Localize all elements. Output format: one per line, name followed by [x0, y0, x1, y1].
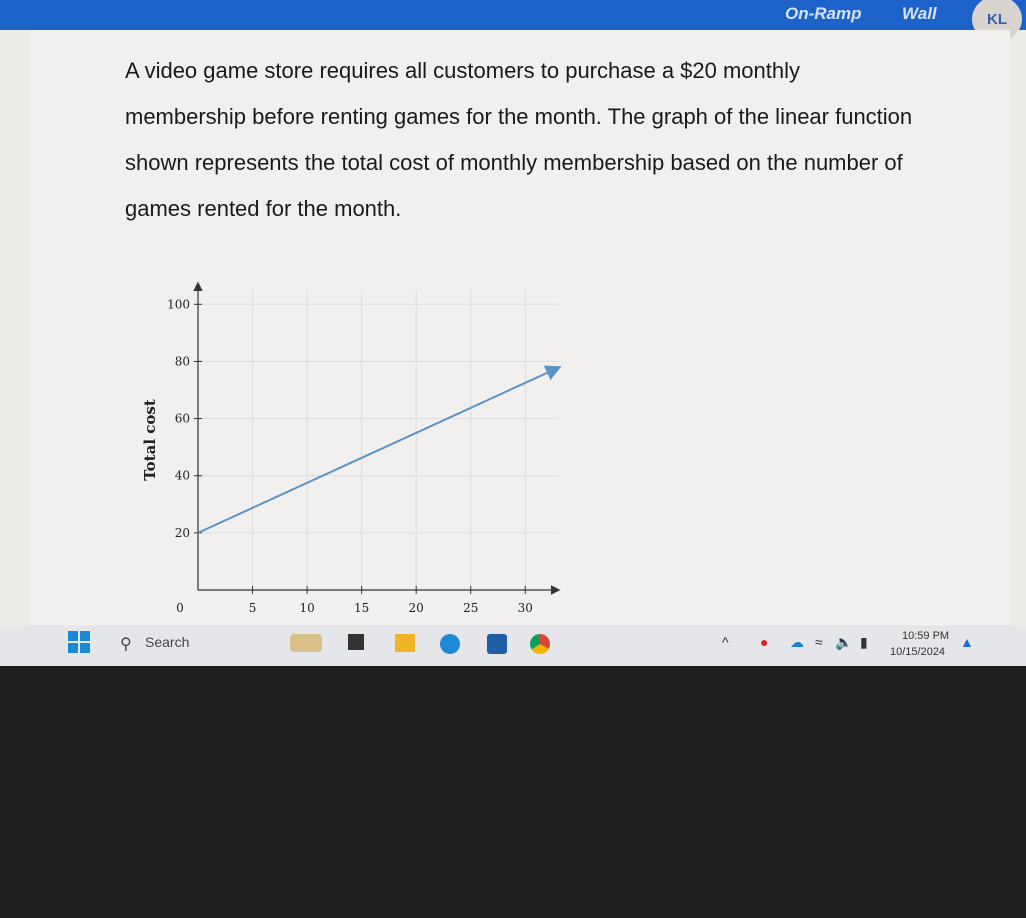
- y-axis-label: Total cost: [141, 399, 159, 481]
- x-tick-label: 20: [409, 601, 424, 615]
- taskbar: ⚲ Search ^ ● ☁ ≈ 🔈 ▮ 10:59 PM 10/15/2024…: [0, 626, 1026, 666]
- x-tick-label: 30: [518, 601, 533, 615]
- y-tick-label: 60: [175, 412, 190, 426]
- line-chart: 0 5 10 15 20 25 30 20 40 60 80 100 Total cost: [141, 281, 562, 615]
- volume-icon[interactable]: 🔈: [835, 634, 852, 651]
- app-tray-icon[interactable]: ●: [760, 634, 768, 650]
- x-tick-label: 10: [299, 601, 314, 615]
- question-text: A video game store requires all customer…: [125, 58, 913, 221]
- clock-date[interactable]: 10/15/2024: [890, 646, 945, 658]
- clock-time[interactable]: 10:59 PM: [902, 630, 949, 642]
- file-explorer-icon[interactable]: [395, 634, 415, 652]
- chrome-icon[interactable]: [530, 634, 550, 654]
- x-tick-label: 0: [176, 601, 184, 615]
- notification-bell-icon[interactable]: ▲: [960, 634, 974, 650]
- y-tick-label: 40: [175, 469, 190, 483]
- taskbar-search[interactable]: Search: [145, 634, 189, 650]
- store-icon[interactable]: [487, 634, 507, 654]
- top-nav-bar: On-Ramp Wall KL: [0, 0, 1026, 42]
- battery-icon[interactable]: ▮: [860, 634, 868, 651]
- x-tick-label: 25: [463, 601, 478, 615]
- task-view-icon[interactable]: [348, 634, 364, 650]
- nav-on-ramp[interactable]: On-Ramp: [785, 4, 862, 24]
- chevron-up-icon[interactable]: ^: [722, 634, 729, 650]
- screen: On-Ramp Wall KL A video game store requi…: [0, 0, 1026, 666]
- edge-icon[interactable]: [440, 634, 460, 654]
- windows-start-icon[interactable]: [68, 631, 90, 653]
- nav-wall[interactable]: Wall: [902, 4, 937, 24]
- series-line: [197, 365, 562, 534]
- x-tick-label: 5: [249, 601, 257, 615]
- y-tick-label: 80: [175, 354, 190, 368]
- y-tick-label: 100: [167, 297, 190, 311]
- wifi-icon[interactable]: ≈: [815, 634, 823, 650]
- onedrive-icon[interactable]: ☁: [790, 634, 804, 651]
- search-icon[interactable]: ⚲: [120, 634, 132, 654]
- x-tick-label: 15: [354, 601, 369, 615]
- y-tick-label: 20: [175, 526, 190, 540]
- widgets-icon[interactable]: [290, 634, 322, 652]
